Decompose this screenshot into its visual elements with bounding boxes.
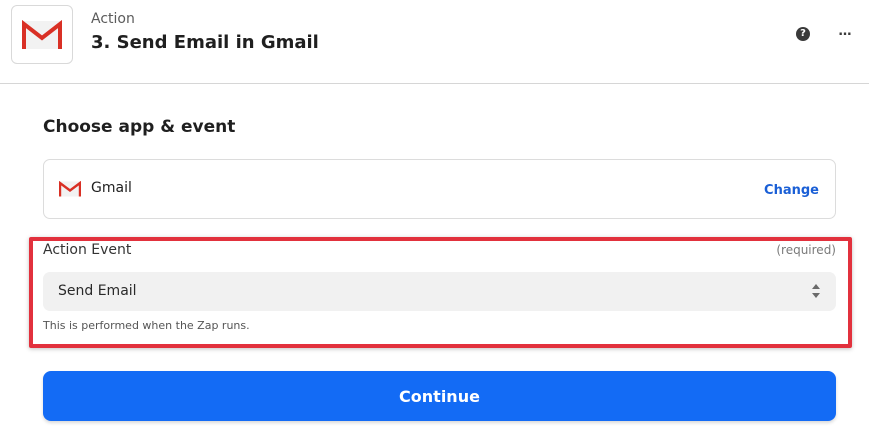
- more-options-icon[interactable]: …: [838, 24, 852, 40]
- action-event-label: Action Event: [43, 242, 132, 258]
- continue-button[interactable]: Continue: [43, 371, 836, 421]
- gmail-logo-icon: [22, 19, 62, 49]
- selected-app-card: Gmail Change: [43, 159, 836, 219]
- action-event-select[interactable]: Send Email: [43, 272, 836, 311]
- select-arrows-icon: [812, 284, 820, 298]
- selected-app-name: Gmail: [91, 180, 132, 196]
- gmail-app-tile: [11, 5, 73, 64]
- action-event-value: Send Email: [58, 283, 137, 299]
- section-title: Choose app & event: [43, 117, 236, 137]
- help-icon[interactable]: ?: [796, 27, 810, 41]
- change-app-link[interactable]: Change: [764, 183, 819, 198]
- step-type-label: Action: [91, 11, 135, 27]
- gmail-logo-icon: [58, 180, 82, 201]
- step-header: Action 3. Send Email in Gmail ? …: [0, 0, 869, 84]
- action-event-help-text: This is performed when the Zap runs.: [43, 319, 250, 332]
- required-indicator: (required): [776, 243, 836, 257]
- step-title: 3. Send Email in Gmail: [91, 32, 319, 53]
